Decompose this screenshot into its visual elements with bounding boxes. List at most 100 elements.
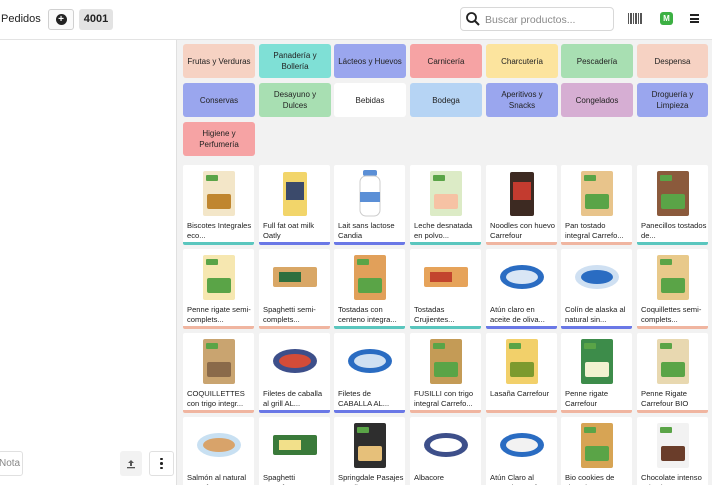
- category-pescadería[interactable]: Pescadería: [561, 44, 633, 78]
- product-card[interactable]: Penne rigate Carrefour: [561, 333, 632, 413]
- category-panadería-y-bollería[interactable]: Panadería y Bollería: [259, 44, 331, 78]
- category-color-bar: [183, 410, 254, 413]
- category-frutas-y-verduras[interactable]: Frutas y Verduras: [183, 44, 255, 78]
- product-name: Coquillettes semi-complets...: [641, 305, 702, 324]
- product-card[interactable]: Filetes de caballa al grill AL...: [259, 333, 330, 413]
- product-name: Colín de alaska al natural sin...: [565, 305, 626, 324]
- category-carnicería[interactable]: Carnicería: [410, 44, 482, 78]
- product-name: Spaghetti semi-complets...: [263, 305, 316, 324]
- tuna-can-icon: [499, 433, 544, 457]
- category-color-bar: [183, 242, 254, 245]
- product-name: FUSILLI con trigo integral Carrefo...: [414, 389, 474, 408]
- mackerel-tin-icon: [347, 349, 392, 373]
- product-name: Full fat oat milk Oatly: [263, 221, 315, 240]
- product-card[interactable]: Penne rigate semi-complets...: [183, 249, 254, 329]
- fish-can-icon: [574, 265, 619, 289]
- noodles-pack-icon: [509, 172, 534, 216]
- category-bodega[interactable]: Bodega: [410, 83, 482, 117]
- product-name: Leche desnatada en polvo...: [414, 221, 473, 240]
- product-name: Chocolate intenso Cristal BIO...: [641, 473, 702, 485]
- product-name: Penne rigate Carrefour: [565, 389, 609, 408]
- order-number-badge[interactable]: 4001: [79, 9, 113, 30]
- pasta-bag-icon: [656, 255, 689, 300]
- category-color-bar: [561, 410, 632, 413]
- product-name: Spaghetti Carrefour BIO: [263, 473, 310, 485]
- product-card[interactable]: Leche desnatada en polvo...: [410, 165, 481, 245]
- product-card[interactable]: Tostadas con centeno integra...: [334, 249, 405, 329]
- product-name: Bio cookies de chocolate...: [565, 473, 615, 485]
- penne-bag-icon: [656, 339, 689, 384]
- pack-icon: [353, 423, 386, 468]
- product-card[interactable]: Lait sans lactose Candia: [334, 165, 405, 245]
- product-name: Lait sans lactose Candia: [338, 221, 395, 240]
- tuna-can-icon: [499, 265, 544, 289]
- product-name: Tostadas Crujientes...: [414, 305, 455, 324]
- add-order-button[interactable]: +: [48, 9, 74, 30]
- category-droguería-y-limpieza[interactable]: Droguería y Limpieza: [637, 83, 708, 117]
- category-color-bar: [486, 410, 557, 413]
- category-lácteos-y-huevos[interactable]: Lácteos y Huevos: [334, 44, 406, 78]
- category-aperitivos-y-snacks[interactable]: Aperitivos y Snacks: [486, 83, 558, 117]
- search-input[interactable]: [485, 11, 611, 28]
- search-box[interactable]: [460, 7, 614, 31]
- category-color-bar: [259, 242, 330, 245]
- category-desayuno-y-dulces[interactable]: Desayuno y Dulces: [259, 83, 331, 117]
- order-panel: Nota: [0, 40, 177, 485]
- top-bar: Pedidos + 4001 M: [0, 0, 712, 40]
- search-icon: [466, 12, 480, 26]
- fusilli-box-icon: [429, 339, 462, 384]
- product-card[interactable]: Tostadas Crujientes...: [410, 249, 481, 329]
- product-card[interactable]: Spaghetti semi-complets...: [259, 249, 330, 329]
- barcode-scanner-icon[interactable]: [628, 13, 642, 24]
- product-name: Springdale Pasajes Candia...: [338, 473, 404, 485]
- more-options-button[interactable]: [149, 451, 174, 476]
- product-card[interactable]: Full fat oat milk Oatly: [259, 165, 330, 245]
- product-card[interactable]: Albacore KIKKALAND...: [410, 417, 481, 485]
- product-card[interactable]: Colín de alaska al natural sin...: [561, 249, 632, 329]
- user-avatar[interactable]: M: [660, 12, 673, 25]
- product-card[interactable]: Pan tostado integral Carrefo...: [561, 165, 632, 245]
- category-color-bar: [410, 410, 481, 413]
- product-card[interactable]: Spaghetti Carrefour BIO: [259, 417, 330, 485]
- product-card[interactable]: Salmón al natural Carrefour...: [183, 417, 254, 485]
- product-name: Atún claro en aceite de oliva...: [490, 305, 545, 324]
- category-congelados[interactable]: Congelados: [561, 83, 633, 117]
- product-card[interactable]: Noodles con huevo Carrefour: [486, 165, 557, 245]
- product-card[interactable]: Coquillettes semi-complets...: [637, 249, 708, 329]
- category-color-bar: [334, 242, 405, 245]
- upload-button[interactable]: [120, 451, 142, 476]
- tostadas-box-icon: [423, 267, 468, 287]
- note-button[interactable]: Nota: [0, 451, 23, 476]
- product-card[interactable]: FUSILLI con trigo integral Carrefo...: [410, 333, 481, 413]
- category-bebidas[interactable]: Bebidas: [334, 83, 406, 117]
- lasagna-box-icon: [505, 339, 538, 384]
- menu-icon[interactable]: [690, 14, 699, 23]
- category-color-bar: [259, 326, 330, 329]
- category-charcutería[interactable]: Charcutería: [486, 44, 558, 78]
- product-card[interactable]: Penne Rigate Carrefour BIO: [637, 333, 708, 413]
- product-card[interactable]: COQUILLETTES con trigo integr...: [183, 333, 254, 413]
- product-card[interactable]: Atún claro en aceite de oliva...: [486, 249, 557, 329]
- category-higiene-y-perfumería[interactable]: Higiene y Perfumería: [183, 122, 255, 156]
- product-name: Noodles con huevo Carrefour: [490, 221, 556, 240]
- category-color-bar: [410, 326, 481, 329]
- product-card[interactable]: Bio cookies de chocolate...: [561, 417, 632, 485]
- product-name: Albacore KIKKALAND...: [414, 473, 463, 485]
- spaghetti-pack-icon: [272, 267, 317, 287]
- product-card[interactable]: Chocolate intenso Cristal BIO...: [637, 417, 708, 485]
- product-card[interactable]: Filetes de CABALLA AL...: [334, 333, 405, 413]
- tostadas-box-icon: [353, 255, 386, 300]
- category-color-bar: [334, 326, 405, 329]
- product-card[interactable]: Springdale Pasajes Candia...: [334, 417, 405, 485]
- product-name: Tostadas con centeno integra...: [338, 305, 397, 324]
- category-color-bar: [334, 410, 405, 413]
- product-card[interactable]: Panecillos tostados de...: [637, 165, 708, 245]
- category-despensa[interactable]: Despensa: [637, 44, 708, 78]
- product-card[interactable]: Biscotes Integrales eco...: [183, 165, 254, 245]
- category-conservas[interactable]: Conservas: [183, 83, 255, 117]
- product-card[interactable]: Atún Claro al natural Carrefour...: [486, 417, 557, 485]
- product-name: Penne Rigate Carrefour BIO: [641, 389, 689, 408]
- product-card[interactable]: Lasaña Carrefour: [486, 333, 557, 413]
- category-color-bar: [637, 326, 708, 329]
- category-color-bar: [637, 242, 708, 245]
